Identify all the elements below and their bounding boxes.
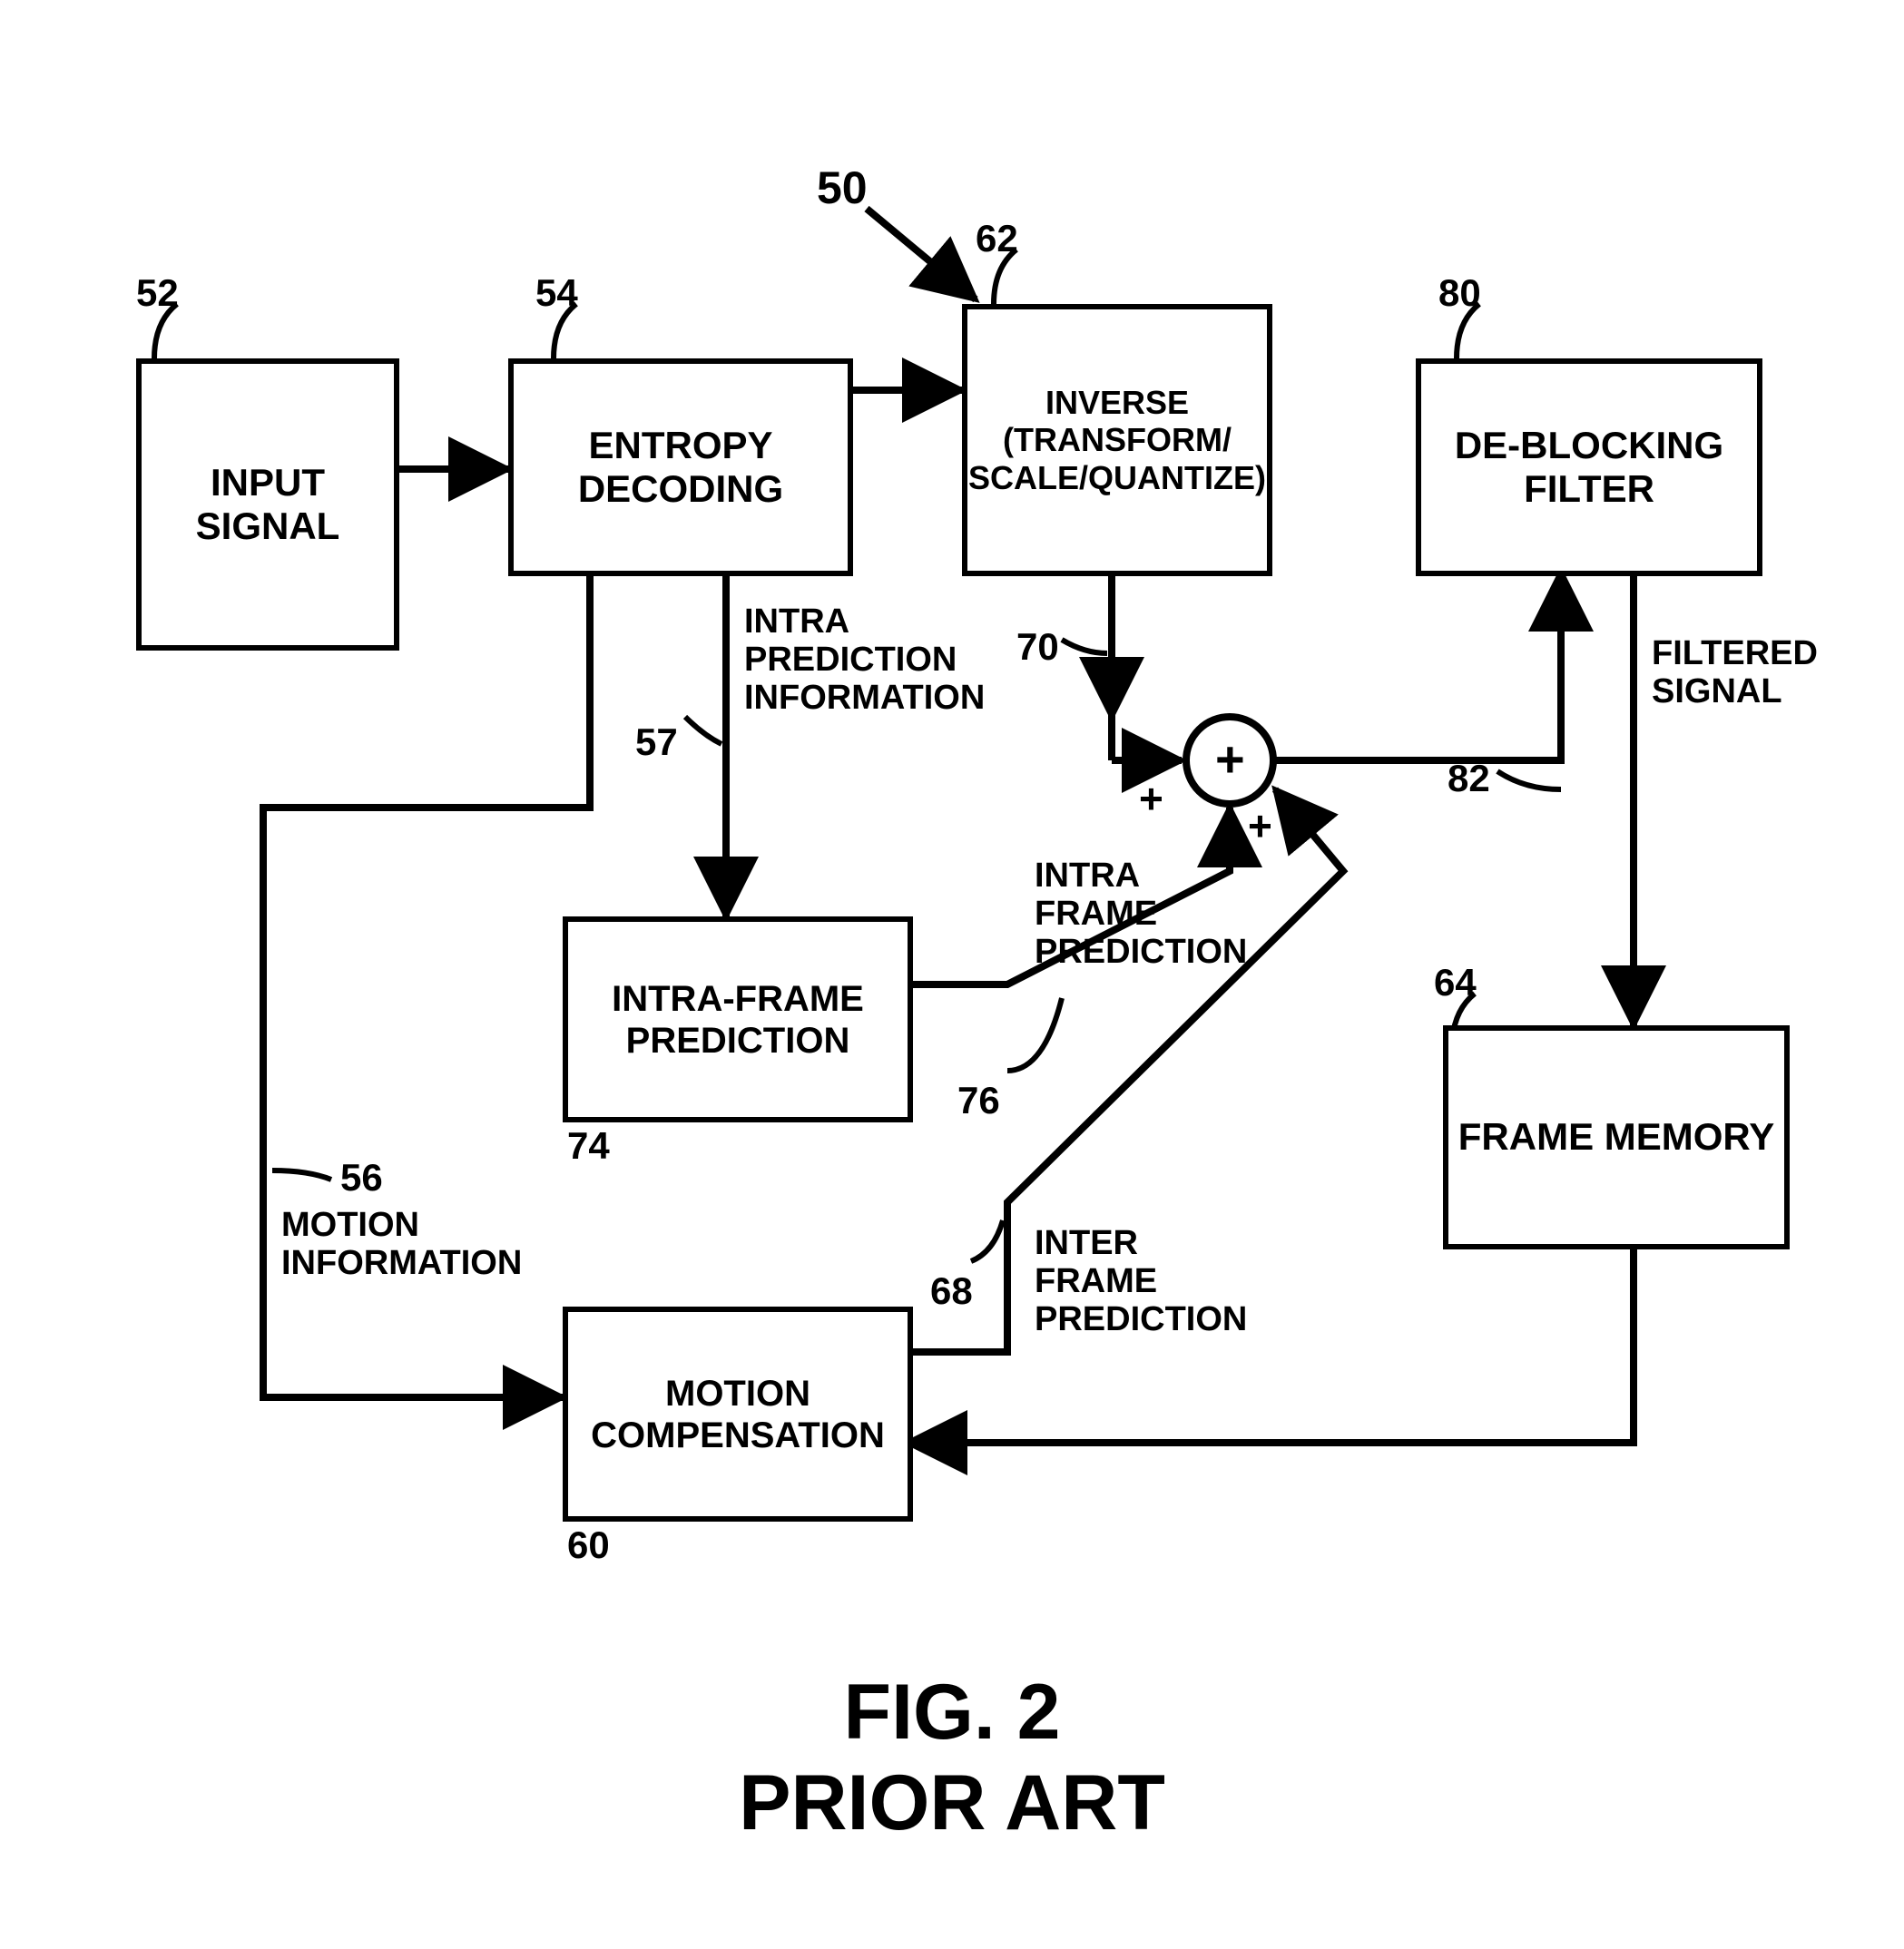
ref-82: 82 [1448,758,1490,799]
label-inter-frame-pred: INTER FRAME PREDICTION [1035,1225,1247,1338]
ref-60: 60 [567,1524,610,1566]
figure-caption-1: FIG. 2 [0,1670,1904,1756]
sig-adder-to-deblock [1273,572,1561,760]
label-motion-info: MOTION INFORMATION [281,1207,522,1283]
block-inverse: INVERSE (TRANSFORM/ SCALE/QUANTIZE) [962,304,1272,576]
sig-framemem-to-mc [908,1243,1634,1443]
block-motion-comp: MOTION COMPENSATION [563,1307,913,1522]
wiring-layer [0,0,1904,1949]
block-deblock-label: DE-BLOCKING FILTER [1421,424,1757,512]
block-deblock: DE-BLOCKING FILTER [1416,358,1762,576]
ref-80: 80 [1438,272,1481,314]
ref-52: 52 [136,272,179,314]
label-intra-frame-pred: INTRA FRAME PREDICTION [1035,857,1247,971]
ref-56: 56 [340,1157,383,1199]
label-filtered: FILTERED SIGNAL [1652,635,1818,711]
ref-74: 74 [567,1125,610,1167]
block-entropy-label: ENTROPY DECODING [514,424,848,512]
ref-54: 54 [535,272,578,314]
ref-50-arrow [867,209,976,299]
ref-57: 57 [635,721,678,763]
block-inverse-label: INVERSE (TRANSFORM/ SCALE/QUANTIZE) [967,384,1267,496]
block-intra-label: INTRA-FRAME PREDICTION [568,978,908,1062]
ref-50: 50 [817,163,868,213]
block-intra: INTRA-FRAME PREDICTION [563,916,913,1122]
ref-76: 76 [957,1080,1000,1121]
diagram-canvas: INPUT SIGNAL 52 ENTROPY DECODING 54 INVE… [0,0,1904,1949]
block-input-signal: INPUT SIGNAL [136,358,399,651]
ref-64: 64 [1434,962,1477,1004]
ref-68: 68 [930,1270,973,1312]
label-intra-pred-info: INTRA PREDICTION INFORMATION [744,603,985,717]
block-entropy: ENTROPY DECODING [508,358,853,576]
figure-caption-2: PRIOR ART [0,1760,1904,1846]
sig-inverse-stub [1112,717,1182,760]
block-fm-label: FRAME MEMORY [1458,1115,1774,1159]
adder-plus-left: + [1139,776,1163,822]
block-mc-label: MOTION COMPENSATION [568,1373,908,1456]
ref-70: 70 [1016,626,1059,668]
adder-plus-center: + [1215,731,1245,788]
block-input-signal-label: INPUT SIGNAL [142,461,394,549]
block-frame-memory: FRAME MEMORY [1443,1025,1790,1249]
adder-plus-bottom: + [1248,803,1272,849]
ref-62: 62 [976,218,1018,260]
